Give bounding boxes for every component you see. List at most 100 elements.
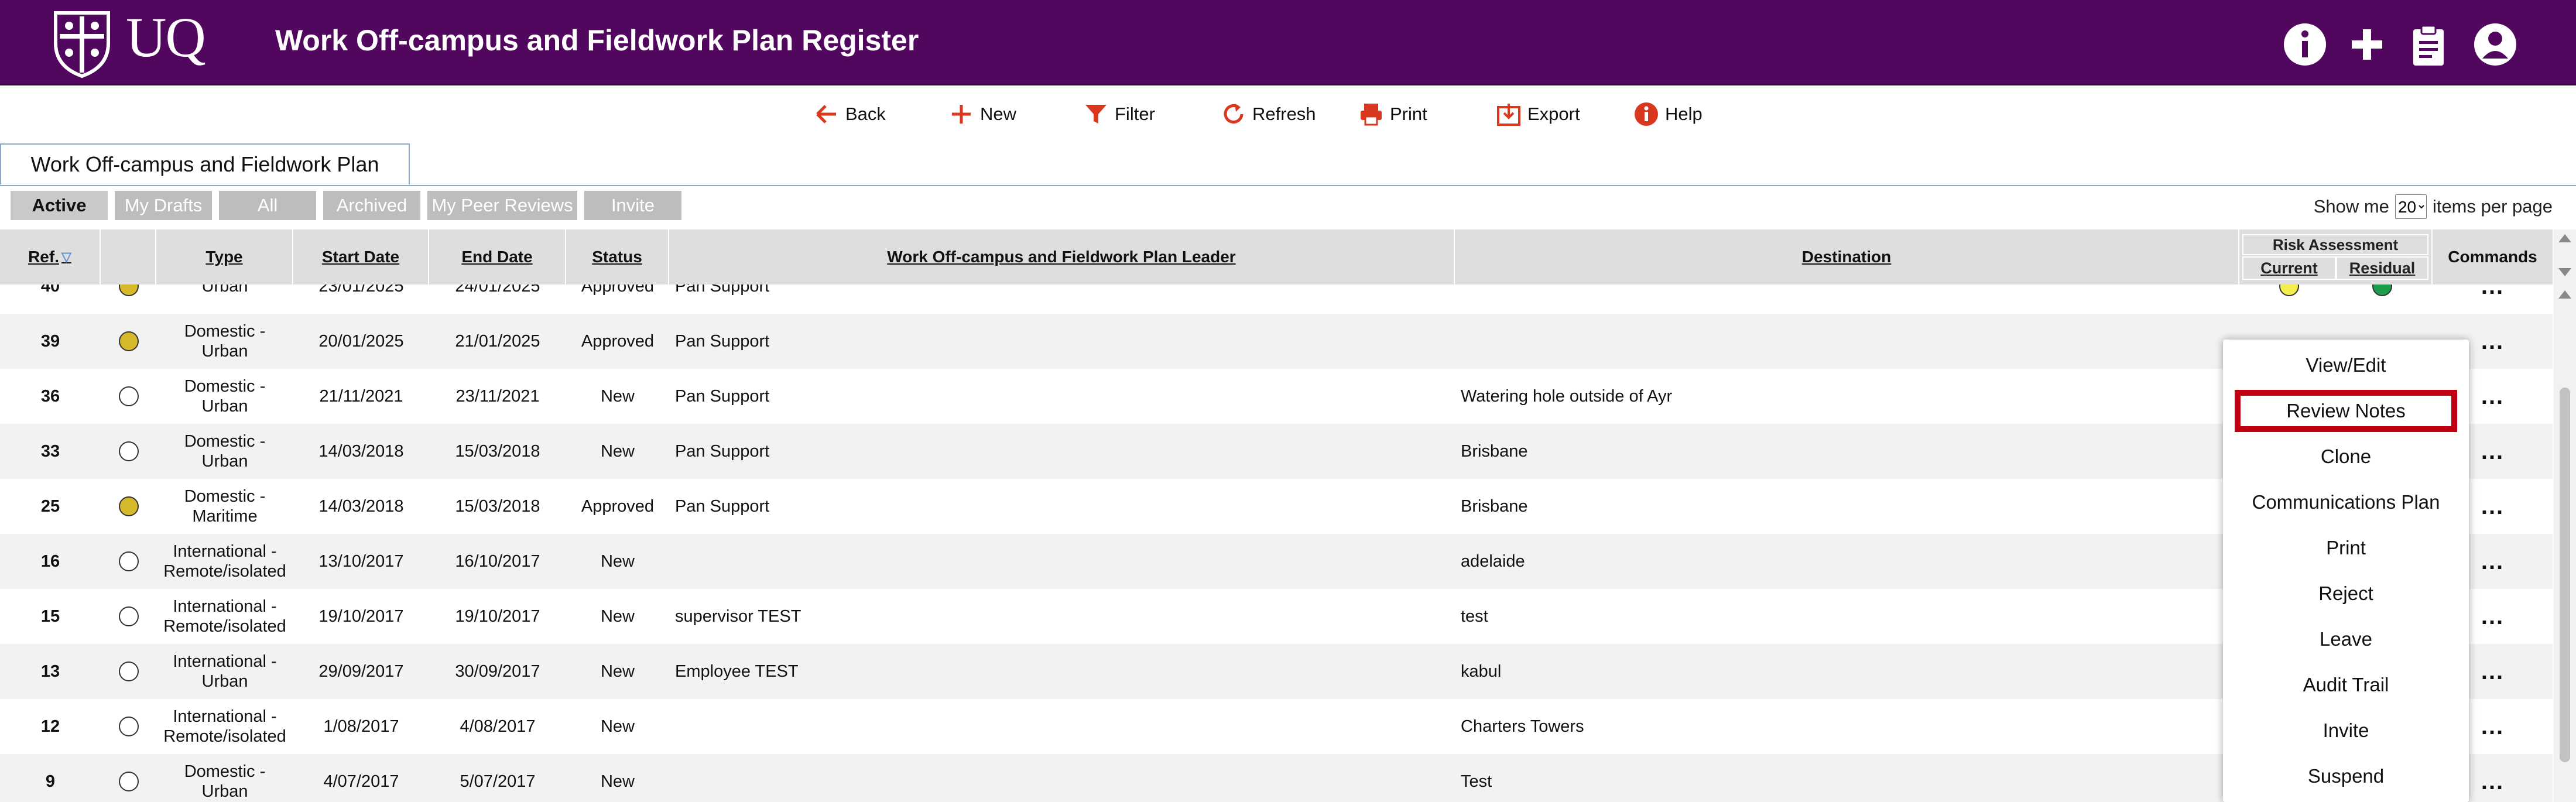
table-header: Ref. ▽ Type Start Date End Date Status W… [0, 229, 2553, 285]
scroll-up-icon[interactable] [2558, 234, 2571, 242]
filter-active-button[interactable]: Active [11, 191, 108, 220]
clipboard-icon[interactable] [2405, 21, 2452, 68]
cell-type: Urban [156, 285, 293, 314]
col-end-date[interactable]: End Date [429, 229, 566, 285]
table-row[interactable]: 40 Urban 23/01/2025 24/01/2025 Approved Pan S… [0, 285, 2553, 314]
type-line-1: International - [173, 597, 277, 616]
refresh-button[interactable]: Refresh [1221, 98, 1316, 130]
plus-icon[interactable] [2344, 21, 2390, 68]
cell-end: 16/10/2017 [455, 552, 540, 571]
refresh-label: Refresh [1252, 104, 1316, 124]
menu-item-audit-trail[interactable]: Audit Trail [2223, 664, 2469, 706]
cell-flag [101, 699, 156, 754]
menu-item-communications-plan[interactable]: Communications Plan [2223, 481, 2469, 523]
cell-ref: 33 [40, 442, 60, 461]
print-label: Print [1390, 104, 1427, 124]
help-button[interactable]: Help [1633, 98, 1703, 130]
table-row[interactable]: 25 Domestic - Maritime 14/03/2018 15/03/2018… [0, 479, 2553, 534]
filter-archived-button[interactable]: Archived [323, 191, 420, 220]
cell-leader: Pan Support [675, 387, 770, 406]
cell-cmd[interactable]: ... [2433, 285, 2553, 314]
col-commands: Commands [2448, 248, 2537, 266]
cell-status: New [600, 662, 635, 681]
cell-type: International - Remote/isolated [156, 699, 293, 754]
filter-my-drafts-button[interactable]: My Drafts [115, 191, 212, 220]
table-row[interactable]: 9 Domestic - Urban 4/07/2017 5/07/2017 New Tes… [0, 754, 2553, 802]
col-destination[interactable]: Destination [1455, 229, 2239, 285]
cell-flag [101, 644, 156, 699]
scroll-down-icon[interactable] [2558, 268, 2571, 276]
cell-start: 1/08/2017 [323, 717, 399, 736]
filter-all-button[interactable]: All [219, 191, 316, 220]
table-row[interactable]: 39 Domestic - Urban 20/01/2025 21/01/2025 App… [0, 314, 2553, 369]
menu-item-leave[interactable]: Leave [2223, 618, 2469, 660]
status-dot-icon [118, 285, 139, 296]
table-scrollbar[interactable] [2554, 229, 2576, 802]
menu-item-suspend[interactable]: Suspend [2223, 755, 2469, 797]
menu-item-clone[interactable]: Clone [2223, 436, 2469, 478]
scroll-up-small-icon[interactable] [2558, 290, 2571, 299]
col-status[interactable]: Status [566, 229, 669, 285]
cell-destination: test [1461, 607, 1488, 626]
user-icon[interactable] [2472, 21, 2519, 68]
table-row[interactable]: 13 International - Urban 29/09/2017 30/09/20… [0, 644, 2553, 699]
cell-end: 30/09/2017 [455, 662, 540, 681]
plus-icon [952, 105, 971, 124]
menu-item-invite[interactable]: Invite [2223, 710, 2469, 752]
menu-item-view-edit[interactable]: View/Edit [2223, 344, 2469, 386]
table-row[interactable]: 16 International - Remote/isolated 13/10/20… [0, 534, 2553, 589]
export-button[interactable]: Export [1496, 98, 1580, 130]
col-leader[interactable]: Work Off-campus and Fieldwork Plan Leade… [669, 229, 1455, 285]
type-line-1: International - [173, 707, 277, 726]
cell-leader: Pan Support [675, 497, 770, 516]
table-row[interactable]: 36 Domestic - Urban 21/11/2021 23/11/2021 New… [0, 369, 2553, 424]
col-ref[interactable]: Ref. ▽ [0, 229, 101, 285]
table-row[interactable]: 33 Domestic - Urban 14/03/2018 15/03/2018 New… [0, 424, 2553, 479]
cell-type: Domestic - Urban [156, 754, 293, 802]
page-size-select[interactable]: 20 [2395, 194, 2427, 219]
back-button[interactable]: Back [814, 98, 886, 130]
filter-my-peer-reviews-button[interactable]: My Peer Reviews [427, 191, 577, 220]
table-row[interactable]: 15 International - Remote/isolated 19/10/20… [0, 589, 2553, 644]
tab-work-offcampus-plan[interactable]: Work Off-campus and Fieldwork Plan [0, 143, 410, 185]
new-button[interactable]: New [948, 98, 1016, 130]
info-icon[interactable] [2282, 21, 2328, 68]
sort-down-icon: ▽ [61, 249, 71, 264]
refresh-icon [1224, 104, 1244, 124]
cell-ref: 12 [40, 717, 60, 736]
cell-end: 4/08/2017 [460, 717, 536, 736]
cell-flag [101, 314, 156, 369]
status-dot-icon [2279, 285, 2299, 296]
filter-invite-button[interactable]: Invite [584, 191, 681, 220]
cell-leader [669, 534, 1455, 589]
col-residual[interactable]: Residual [2336, 256, 2428, 280]
cell-destination [1455, 314, 2239, 369]
cell-end: 19/10/2017 [455, 607, 540, 626]
filter-button[interactable]: Filter [1083, 98, 1155, 130]
print-button[interactable]: Print [1358, 98, 1427, 130]
menu-item-reject[interactable]: Reject [2223, 573, 2469, 615]
cell-start: 14/03/2018 [318, 497, 404, 516]
toolbar: Back New Filter Refresh Print Export Hel… [0, 94, 2576, 135]
status-dot-icon [2372, 285, 2392, 296]
scrollbar-thumb[interactable] [2560, 388, 2570, 762]
cell-ref: 25 [40, 497, 60, 516]
menu-item-print[interactable]: Print [2223, 527, 2469, 569]
cell-status: New [600, 772, 635, 791]
type-line-1: Domestic - [184, 432, 266, 451]
help-icon [1635, 102, 1658, 126]
col-current[interactable]: Current [2242, 256, 2336, 280]
status-dot-icon [118, 717, 139, 736]
col-start-date[interactable]: Start Date [293, 229, 429, 285]
menu-item-review-notes[interactable]: Review Notes [2235, 390, 2457, 432]
type-line-1: International - [173, 652, 277, 671]
table-row[interactable]: 12 International - Remote/isolated 1/08/201… [0, 699, 2553, 754]
cell-destination: Brisbane [1461, 497, 1528, 516]
cell-current [2242, 285, 2336, 314]
back-arrow-icon [816, 105, 836, 124]
type-line-1: International - [173, 542, 277, 561]
cell-end: 5/07/2017 [460, 772, 536, 791]
cell-start: 20/01/2025 [318, 332, 404, 351]
type-line-1: Domestic - [184, 487, 266, 506]
col-type[interactable]: Type [156, 229, 293, 285]
